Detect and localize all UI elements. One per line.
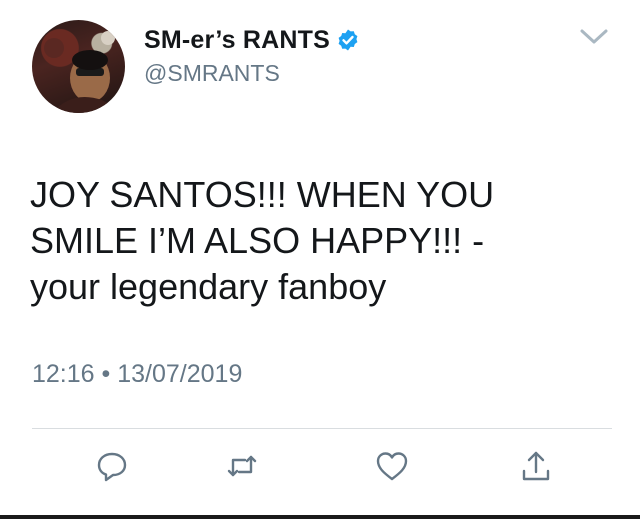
tweet-text-line: SMILE I’M ALSO HAPPY!!! - xyxy=(30,220,485,261)
tweet-time: 12:16 xyxy=(32,360,95,388)
divider xyxy=(32,428,612,429)
heart-icon xyxy=(376,452,408,481)
retweet-icon xyxy=(227,455,257,477)
chevron-down-icon[interactable] xyxy=(579,27,609,47)
tweet-date: 13/07/2019 xyxy=(117,360,243,388)
display-name[interactable]: SM-er’s RANTS xyxy=(144,26,330,55)
like-button[interactable] xyxy=(374,448,410,484)
display-name-row: SM-er’s RANTS xyxy=(144,24,360,56)
user-info: SM-er’s RANTS @SMRANTS xyxy=(144,24,360,87)
timestamp[interactable]: 12:16 • 13/07/2019 xyxy=(32,360,242,389)
user-handle[interactable]: @SMRANTS xyxy=(144,60,360,87)
tweet-text-line: your legendary fanboy xyxy=(30,266,387,307)
reply-button[interactable] xyxy=(94,448,130,484)
action-bar xyxy=(0,448,640,498)
timestamp-separator: • xyxy=(101,360,111,388)
retweet-button[interactable] xyxy=(224,448,260,484)
tweet-text-line: JOY SANTOS!!! WHEN YOU xyxy=(30,174,495,215)
avatar[interactable] xyxy=(32,20,125,113)
reply-icon xyxy=(97,452,127,482)
bottom-bar xyxy=(0,515,640,519)
share-icon xyxy=(522,451,550,481)
tweet-text: JOY SANTOS!!! WHEN YOU SMILE I’M ALSO HA… xyxy=(30,172,610,310)
tweet-header: SM-er’s RANTS @SMRANTS xyxy=(32,20,622,120)
verified-badge-icon xyxy=(338,29,358,51)
share-button[interactable] xyxy=(518,448,554,484)
